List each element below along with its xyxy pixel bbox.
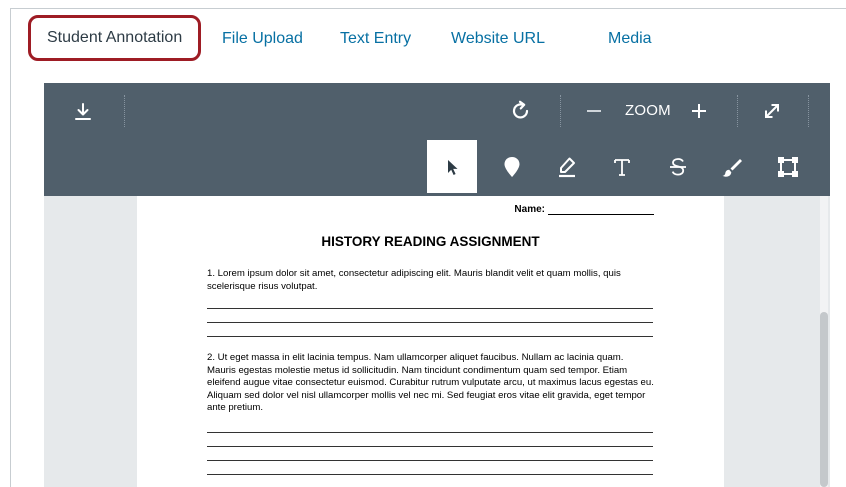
highlighter-icon bbox=[559, 157, 575, 177]
cursor-arrow-icon bbox=[448, 159, 458, 175]
strikeout-tool[interactable] bbox=[653, 140, 703, 193]
tab-text-entry[interactable]: Text Entry bbox=[340, 17, 411, 61]
map-pin-icon bbox=[504, 156, 520, 177]
document-title: HISTORY READING ASSIGNMENT bbox=[321, 234, 540, 249]
question-1: 1. Lorem ipsum dolor sit amet, consectet… bbox=[207, 268, 621, 292]
tab-website-url[interactable]: Website URL bbox=[451, 17, 545, 61]
question-2: 2. Ut eget massa in elit lacinia tempus.… bbox=[207, 352, 654, 414]
annotation-toolbar: ZOOM bbox=[44, 83, 830, 196]
answer-line bbox=[207, 308, 653, 309]
answer-line bbox=[207, 446, 653, 447]
answer-line bbox=[207, 336, 653, 337]
pointer-tool[interactable] bbox=[427, 140, 477, 193]
document-canvas[interactable]: Name: HISTORY READING ASSIGNMENT 1. Lore… bbox=[44, 196, 830, 487]
name-blank-line bbox=[548, 206, 654, 215]
strikethrough-icon bbox=[670, 157, 686, 176]
document-scrollbar[interactable] bbox=[820, 196, 828, 487]
answer-line bbox=[207, 474, 653, 475]
tab-student-annotation[interactable]: Student Annotation bbox=[28, 15, 202, 61]
zoom-label: ZOOM bbox=[625, 102, 671, 119]
toolbar-divider bbox=[808, 95, 809, 127]
toolbar-divider bbox=[737, 95, 738, 127]
minus-icon[interactable] bbox=[582, 99, 606, 123]
answer-line bbox=[207, 432, 653, 433]
text-t-icon bbox=[614, 158, 630, 176]
expand-icon[interactable] bbox=[758, 97, 786, 125]
toolbar-divider bbox=[124, 95, 125, 127]
plus-icon[interactable] bbox=[687, 99, 711, 123]
draw-tool[interactable] bbox=[707, 140, 757, 193]
text-tool[interactable] bbox=[597, 140, 647, 193]
submission-tabs: Student Annotation File Upload Text Entr… bbox=[18, 15, 658, 71]
answer-line bbox=[207, 322, 653, 323]
area-select-icon bbox=[778, 156, 798, 177]
area-tool[interactable] bbox=[763, 140, 813, 193]
rotate-icon[interactable] bbox=[505, 95, 537, 127]
name-label: Name: bbox=[514, 204, 545, 215]
name-field: Name: bbox=[514, 204, 654, 215]
brush-icon bbox=[722, 158, 742, 177]
annotation-viewer: ZOOM Name: HISTORY READING ASSIGNMENT 1.… bbox=[44, 83, 830, 487]
document-page[interactable]: Name: HISTORY READING ASSIGNMENT 1. Lore… bbox=[137, 196, 724, 487]
download-icon[interactable] bbox=[68, 97, 98, 127]
point-tool[interactable] bbox=[487, 140, 537, 193]
scrollbar-thumb[interactable] bbox=[820, 312, 828, 487]
tab-media[interactable]: Media bbox=[608, 17, 652, 61]
tab-file-upload[interactable]: File Upload bbox=[222, 17, 303, 61]
toolbar-divider bbox=[560, 95, 561, 127]
highlight-tool[interactable] bbox=[542, 140, 592, 193]
answer-line bbox=[207, 460, 653, 461]
